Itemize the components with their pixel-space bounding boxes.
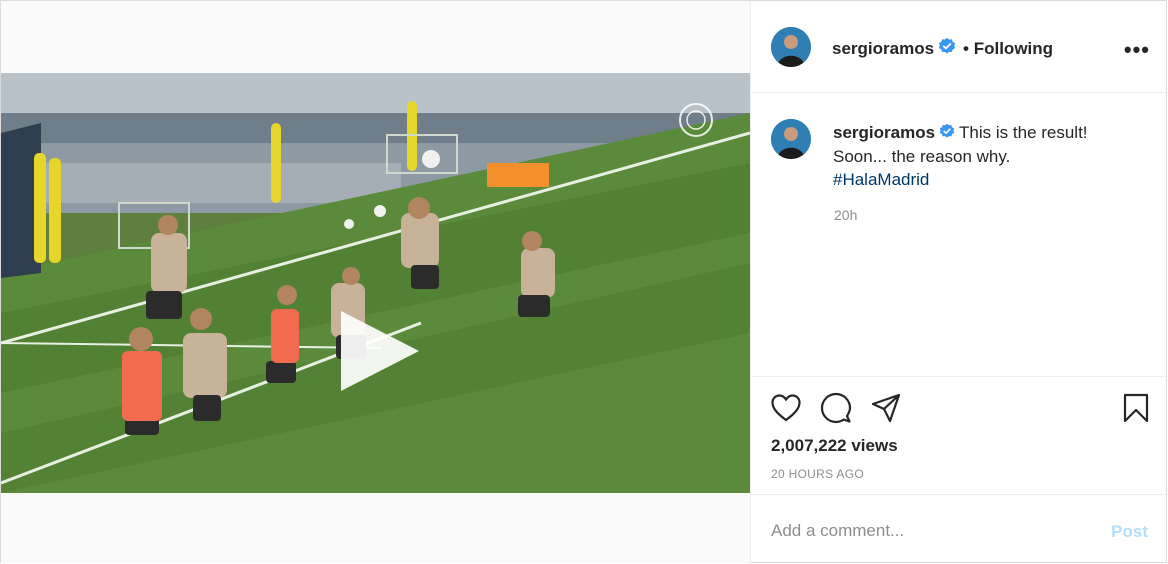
post-date[interactable]: 20 HOURS AGO — [771, 467, 864, 481]
caption-line-2: Soon... the reason why. — [833, 147, 1011, 167]
caption-timestamp[interactable]: 20h — [834, 207, 857, 223]
bookmark-icon[interactable] — [1119, 391, 1153, 425]
action-bar: 2,007,222 views 20 HOURS AGO — [751, 376, 1168, 494]
caption-avatar[interactable] — [771, 119, 811, 159]
more-options-icon[interactable]: ••• — [1124, 37, 1150, 63]
caption-line-1: This is the result! — [959, 123, 1088, 142]
post-header: sergioramos • Following ••• — [751, 1, 1168, 93]
verified-badge-icon — [938, 37, 956, 60]
play-icon[interactable] — [341, 311, 419, 391]
following-button[interactable]: • Following — [963, 39, 1053, 59]
heart-icon[interactable] — [769, 391, 803, 425]
header-user-row: sergioramos • Following — [832, 37, 1053, 60]
caption-verified-icon — [939, 122, 955, 145]
view-count[interactable]: 2,007,222 views — [771, 436, 898, 456]
hashtag-link[interactable]: #HalaMadrid — [833, 168, 1133, 191]
comment-input[interactable] — [771, 521, 1091, 541]
share-icon[interactable] — [869, 391, 903, 425]
post-container: sergioramos • Following ••• sergioramos … — [0, 0, 1168, 563]
caption-username[interactable]: sergioramos — [833, 123, 935, 142]
video-player[interactable] — [1, 73, 750, 493]
author-avatar[interactable] — [771, 27, 811, 67]
comment-bar: Post — [751, 494, 1168, 563]
post-comment-button[interactable]: Post — [1111, 522, 1148, 542]
media-panel — [1, 1, 750, 563]
comment-icon[interactable] — [819, 391, 853, 425]
post-sidebar: sergioramos • Following ••• sergioramos … — [750, 1, 1168, 563]
video-frame — [1, 73, 750, 493]
author-username[interactable]: sergioramos — [832, 39, 934, 59]
post-caption: sergioramos This is the result! Soon... t… — [833, 121, 1133, 191]
